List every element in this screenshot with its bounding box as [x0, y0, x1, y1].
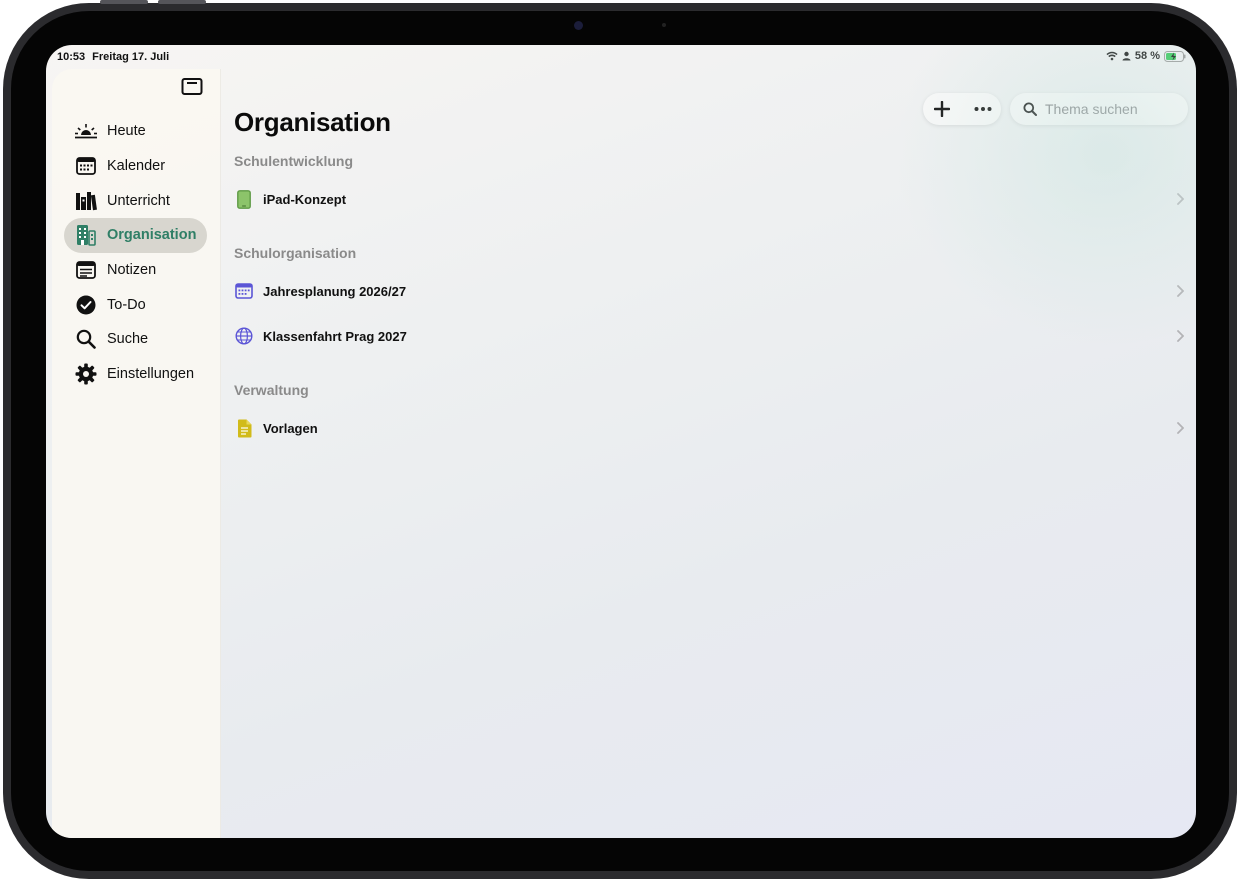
search-icon [1023, 102, 1037, 116]
plus-icon [934, 101, 950, 117]
main-content: Organisation Schulentwicklung iPad-Konze… [234, 69, 1196, 838]
list-item-label: Vorlagen [263, 420, 318, 436]
sidebar-item-unterricht[interactable]: Unterricht [64, 183, 207, 218]
status-left: 10:53 Freitag 17. Juli [57, 51, 176, 63]
status-bar: 10:53 Freitag 17. Juli 58 % [46, 45, 1196, 69]
camera-bar [520, 16, 710, 36]
list-item-vorlagen[interactable]: Vorlagen [234, 410, 1184, 446]
calendar-icon [74, 154, 98, 178]
note-icon [74, 258, 98, 282]
sensor-icon [662, 23, 666, 27]
sidebar-nav: Heute Kalender Unterricht Organisation N… [64, 114, 207, 392]
globe-icon [234, 326, 254, 346]
sidebar-item-heute[interactable]: Heute [64, 114, 207, 149]
search-field[interactable] [1010, 93, 1188, 125]
section-header: Schulentwicklung [234, 153, 354, 169]
battery-percent: 58 % [1134, 50, 1160, 62]
sunrise-icon [74, 119, 98, 143]
sidebar-item-label: Notizen [107, 262, 157, 279]
chevron-right-icon [1177, 193, 1184, 205]
sidebar-toggle-icon [181, 78, 203, 95]
sidebar-toggle-button[interactable] [181, 77, 203, 97]
chevron-right-icon [1177, 285, 1184, 297]
sidebar-item-einstellungen[interactable]: Einstellungen [64, 357, 207, 392]
search-input[interactable] [1043, 100, 1177, 118]
camera-icon [574, 21, 583, 30]
sidebar-item-label: Unterricht [107, 192, 170, 209]
list-item-label: Jahresplanung 2026/27 [263, 283, 407, 299]
search-icon [74, 327, 98, 351]
section-header: Verwaltung [234, 382, 309, 398]
add-button[interactable] [932, 99, 952, 119]
sidebar-item-label: Suche [107, 331, 149, 348]
status-right: 58 % [1106, 50, 1186, 62]
screen: 10:53 Freitag 17. Juli 58 % Heute Kalend… [46, 45, 1196, 838]
sidebar-item-kalender[interactable]: Kalender [64, 149, 207, 184]
chevron-right-icon [1177, 330, 1184, 342]
calendar-icon [234, 281, 254, 301]
sidebar: Heute Kalender Unterricht Organisation N… [52, 69, 221, 838]
volume-button [100, 0, 148, 4]
ellipsis-icon [974, 107, 992, 111]
sidebar-item-notizen[interactable]: Notizen [64, 253, 207, 288]
building-icon [74, 223, 98, 247]
gear-icon [74, 362, 98, 386]
sidebar-item-label: Kalender [107, 158, 166, 175]
list-item-ipad-konzept[interactable]: iPad-Konzept [234, 181, 1184, 217]
wifi-icon [1106, 51, 1118, 61]
status-date: Freitag 17. Juli [92, 51, 170, 63]
ipad-icon [234, 189, 254, 209]
battery-icon [1164, 50, 1186, 62]
sidebar-item-label: Heute [107, 123, 146, 140]
chevron-right-icon [1177, 422, 1184, 434]
page-title: Organisation [234, 107, 391, 137]
toolbar [923, 93, 1001, 125]
more-button[interactable] [973, 99, 993, 119]
list-item-jahresplanung[interactable]: Jahresplanung 2026/27 [234, 273, 1184, 309]
list-item-label: Klassenfahrt Prag 2027 [263, 328, 407, 344]
checkmark-circle-icon [74, 293, 98, 317]
volume-button [158, 0, 206, 4]
sidebar-item-to-do[interactable]: To-Do [64, 287, 207, 322]
status-time: 10:53 [57, 51, 86, 63]
list-item-klassenfahrt[interactable]: Klassenfahrt Prag 2027 [234, 318, 1184, 354]
person-icon [1122, 51, 1131, 61]
books-icon [74, 189, 98, 213]
document-icon [234, 418, 254, 438]
sidebar-item-label: Einstellungen [107, 366, 195, 383]
sidebar-item-label: To-Do [107, 296, 146, 313]
section-header: Schulorganisation [234, 245, 357, 261]
sidebar-item-suche[interactable]: Suche [64, 322, 207, 357]
sidebar-item-organisation[interactable]: Organisation [64, 218, 207, 253]
list-item-label: iPad-Konzept [263, 191, 347, 207]
sidebar-item-label: Organisation [107, 227, 197, 244]
